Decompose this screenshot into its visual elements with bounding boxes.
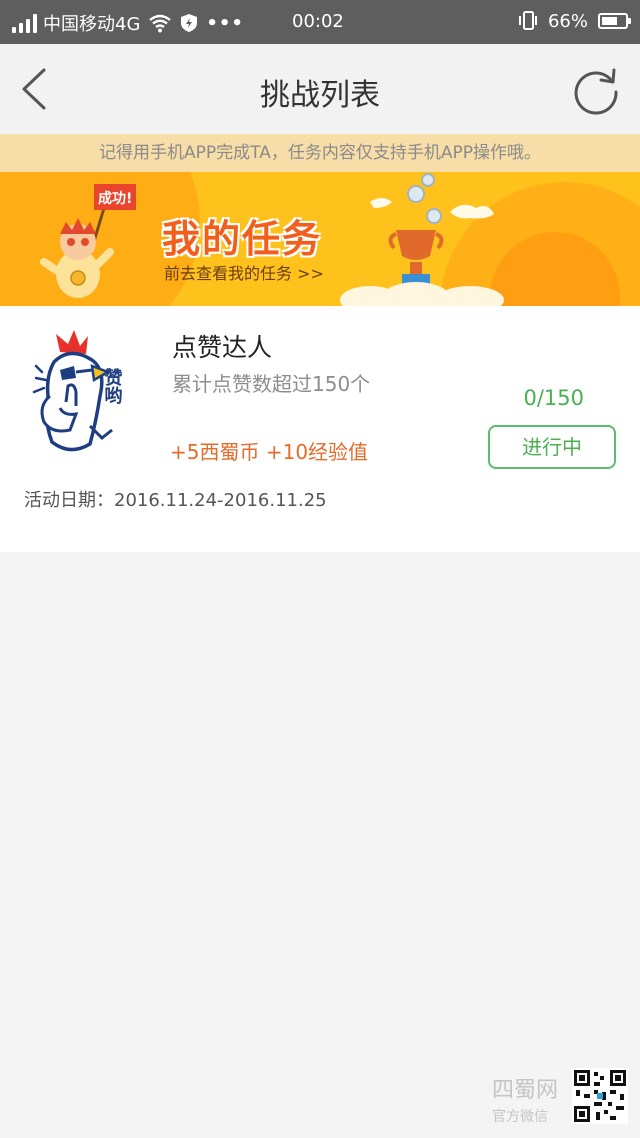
refresh-icon[interactable] [568,62,624,118]
nav-header: 挑战列表 [0,44,640,134]
task-description: 累计点赞数超过150个 [172,372,371,396]
vibrate-icon [518,11,537,30]
status-bar-right: 66% [518,10,631,32]
watermark: 四蜀网 官方微信 [492,1072,558,1126]
rooster-label: 赞哟 [102,368,124,404]
watermark-name: 四蜀网 [492,1078,559,1103]
task-progress: 0/150 [523,386,584,410]
carrier-label: 中国移动4G [43,14,141,35]
wifi-icon [149,14,172,33]
battery-icon [598,13,631,29]
clock: 00:02 [292,11,344,32]
banner-link[interactable]: 前去查看我的任务 >> [164,260,324,284]
shield-icon [181,14,198,32]
qr-code-icon [572,1068,628,1124]
watermark-sub: 官方微信 [492,1109,548,1125]
badge-text: 成功! [98,190,132,207]
in-progress-button[interactable]: 进行中 [488,425,616,469]
task-date: 活动日期：2016.11.24-2016.11.25 [24,490,327,511]
task-name: 点赞达人 [172,333,273,362]
battery-percent: 66% [547,10,588,32]
status-bar-left: 中国移动4G ••• [12,10,244,36]
banner-title: 我的任务 [162,217,323,261]
mascot-flag-icon: 成功! [40,184,136,298]
signal-icon [12,13,37,33]
my-tasks-banner[interactable]: 成功! 我的任务 前去查看我的任务 >> [0,172,640,306]
more-notifications-icon: ••• [206,12,244,34]
battery-fill [602,17,617,25]
trophy-rocket-icon [340,173,504,306]
task-card[interactable]: 赞哟 点赞达人 累计点赞数超过150个 +5西蜀币 +10经验值 0/150 进… [0,306,640,552]
like-master-rooster-icon: 赞哟 [32,330,124,452]
task-reward: +5西蜀币 +10经验值 [170,440,369,464]
app-only-notice: 记得用手机APP完成TA，任务内容仅支持手机APP操作哦。 [0,134,640,172]
page-title: 挑战列表 [260,78,380,113]
status-bar: 中国移动4G ••• 00:02 66% [0,0,640,44]
